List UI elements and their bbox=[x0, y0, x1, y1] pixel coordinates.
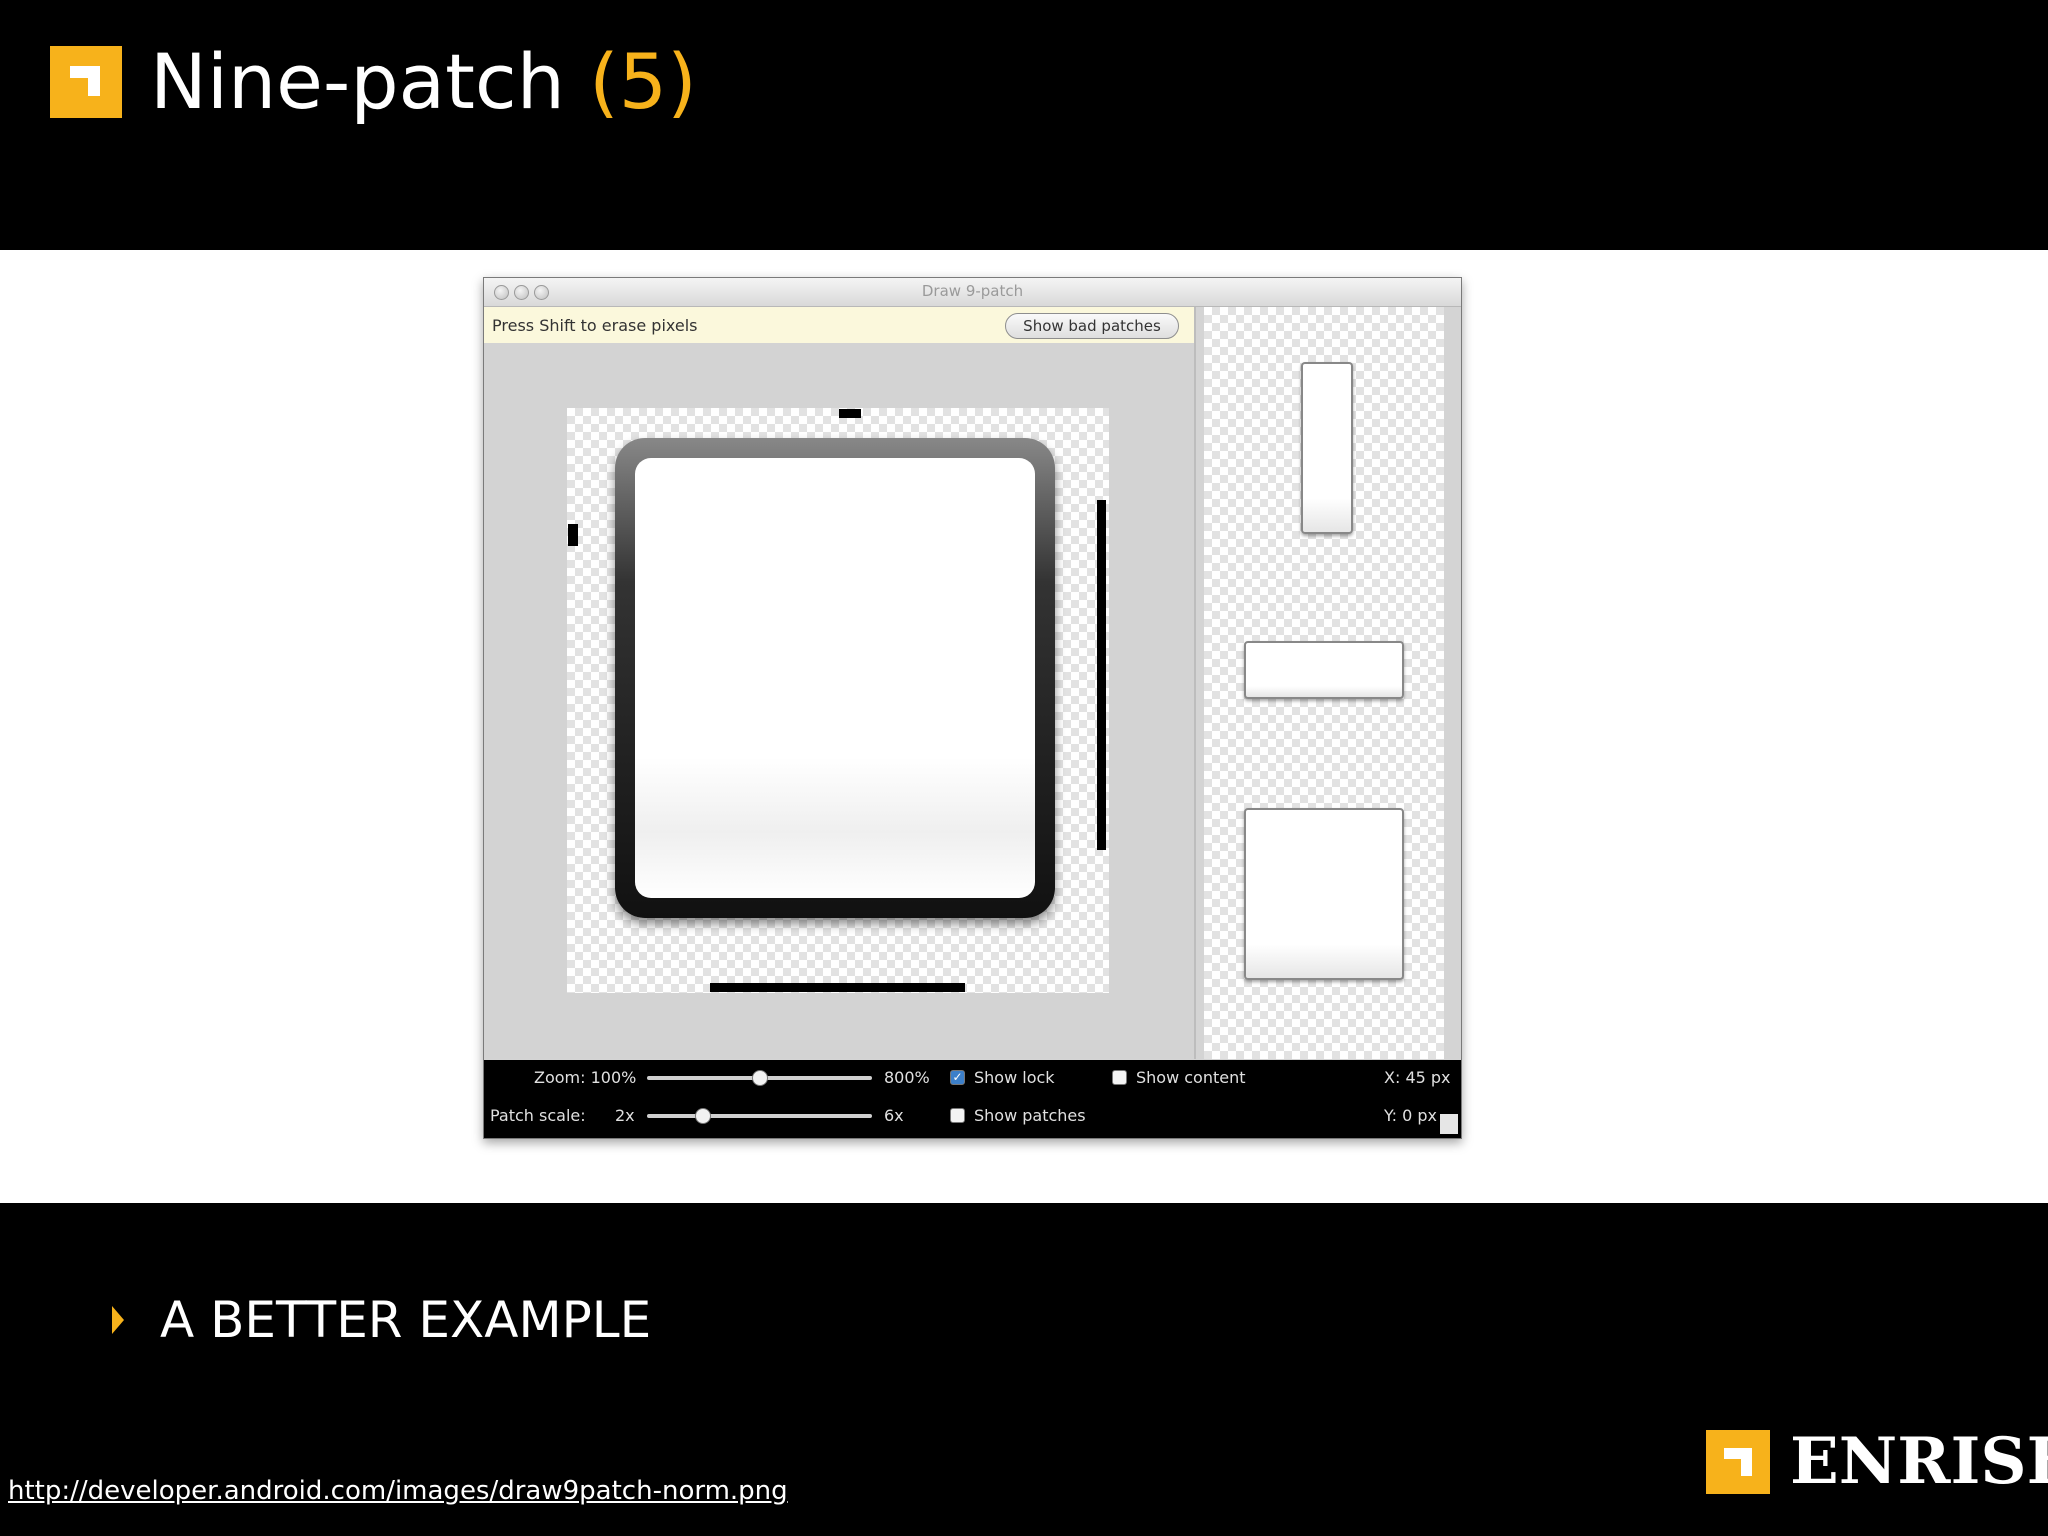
bullet-arrow-icon bbox=[112, 1306, 124, 1334]
enrise-logo-icon bbox=[1706, 1430, 1770, 1494]
nine-patch-image bbox=[615, 438, 1055, 918]
enrise-logo-text: ENRISE bbox=[1790, 1424, 2048, 1499]
patch-scale-max-label: 6x bbox=[884, 1106, 904, 1125]
slide-title-text: Nine-patch bbox=[150, 37, 565, 126]
slide-title-number: (5) bbox=[589, 37, 697, 126]
patch-scale-label: Patch scale: bbox=[490, 1106, 586, 1125]
window-title: Draw 9-patch bbox=[921, 282, 1024, 300]
x-coordinate-readout: X: 45 px bbox=[1384, 1068, 1451, 1087]
patch-editing-canvas[interactable] bbox=[567, 408, 1109, 993]
left-stretch-marker bbox=[568, 524, 578, 546]
show-content-checkbox[interactable] bbox=[1112, 1070, 1127, 1085]
source-link[interactable]: http://developer.android.com/images/draw… bbox=[8, 1474, 788, 1508]
preview-wide bbox=[1244, 641, 1404, 699]
hint-bar: Press Shift to erase pixels Show bad pat… bbox=[484, 307, 1194, 343]
preview-tall bbox=[1301, 362, 1353, 534]
right-padding-marker bbox=[1097, 500, 1106, 850]
show-patches-label[interactable]: Show patches bbox=[974, 1106, 1086, 1125]
slide-header: Nine-patch (5) bbox=[0, 0, 2048, 250]
preview-square bbox=[1244, 808, 1404, 980]
resize-grip-icon[interactable] bbox=[1440, 1114, 1458, 1134]
show-content-label[interactable]: Show content bbox=[1136, 1068, 1246, 1087]
slide-title: Nine-patch (5) bbox=[150, 36, 697, 128]
zoom-max-label: 800% bbox=[884, 1068, 930, 1087]
enrise-corner-icon bbox=[50, 46, 122, 118]
nine-patch-image-fill bbox=[635, 458, 1035, 898]
patch-scale-slider-thumb[interactable] bbox=[695, 1108, 712, 1124]
patch-scale-slider[interactable] bbox=[647, 1114, 872, 1118]
draw9patch-window: Draw 9-patch Press Shift to erase pixels… bbox=[483, 277, 1462, 1139]
top-stretch-marker bbox=[839, 409, 861, 418]
show-bad-patches-button[interactable]: Show bad patches bbox=[1005, 313, 1179, 339]
patch-scale-min-label: 2x bbox=[615, 1106, 635, 1125]
window-titlebar: Draw 9-patch bbox=[484, 278, 1461, 307]
pane-divider[interactable] bbox=[1194, 307, 1196, 1059]
zoom-label: Zoom: 100% bbox=[534, 1068, 637, 1087]
bottom-padding-marker bbox=[710, 983, 965, 992]
control-bar: Zoom: 100% 800% Patch scale: 2x 6x ✓ Sho… bbox=[484, 1060, 1461, 1138]
zoom-slider-thumb[interactable] bbox=[751, 1070, 768, 1086]
hint-text: Press Shift to erase pixels bbox=[492, 316, 698, 335]
show-lock-label[interactable]: Show lock bbox=[974, 1068, 1055, 1087]
preview-pane bbox=[1204, 307, 1444, 1059]
show-patches-checkbox[interactable] bbox=[950, 1108, 965, 1123]
bullet-text: A BETTER EXAMPLE bbox=[160, 1291, 652, 1349]
show-lock-checkbox[interactable]: ✓ bbox=[950, 1070, 965, 1085]
y-coordinate-readout: Y: 0 px bbox=[1384, 1106, 1438, 1125]
